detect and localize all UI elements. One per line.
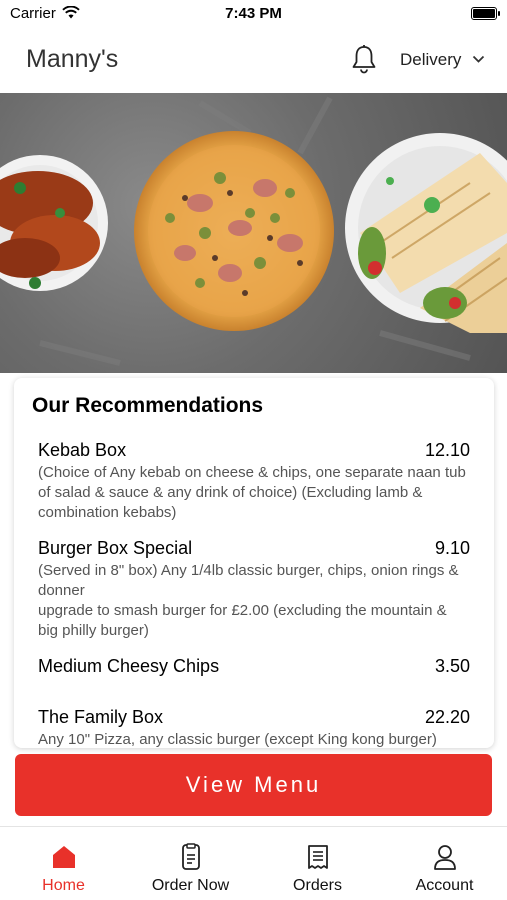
- tab-order-now[interactable]: Order Now: [127, 827, 254, 900]
- recommendations-card: Our Recommendations Kebab Box 12.10 (Cho…: [14, 378, 494, 748]
- tab-label: Order Now: [151, 877, 230, 894]
- item-name: The Family Box: [38, 707, 164, 727]
- item-price: 9.10: [434, 538, 470, 558]
- list-item[interactable]: Kebab Box 12.10 (Choice of Any kebab on …: [38, 440, 470, 523]
- tab-label: Orders: [293, 877, 342, 894]
- list-item[interactable]: Burger Box Special 9.10 (Served in 8" bo…: [38, 538, 470, 641]
- view-menu-button[interactable]: View Menu: [15, 754, 492, 816]
- status-bar: Carrier 7:43 PM: [0, 0, 507, 28]
- item-name: Kebab Box: [38, 440, 127, 460]
- tab-home[interactable]: Home: [0, 827, 127, 900]
- recommendations-title: Our Recommendations: [32, 394, 264, 417]
- chevron-down-icon[interactable]: [472, 55, 485, 64]
- restaurant-title: Manny's: [26, 45, 119, 73]
- recommendations-list: Kebab Box 12.10 (Choice of Any kebab on …: [38, 440, 470, 748]
- item-description: (Served in 8" box) Any 1/4lb classic bur…: [38, 562, 459, 639]
- receipt-icon: [307, 845, 328, 869]
- status-time: 7:43 PM: [225, 5, 282, 22]
- hero-banner-image: [0, 93, 507, 373]
- home-icon: [52, 846, 75, 868]
- list-item[interactable]: Medium Cheesy Chips 3.50: [38, 656, 470, 677]
- item-price: 12.10: [424, 440, 470, 460]
- tab-orders[interactable]: Orders: [254, 827, 381, 900]
- order-icon: [181, 843, 200, 870]
- person-icon: [433, 845, 456, 870]
- tab-account[interactable]: Account: [381, 827, 507, 900]
- bell-icon[interactable]: [350, 44, 378, 74]
- tab-label: Home: [42, 877, 85, 894]
- battery-icon: [471, 7, 500, 20]
- bottom-tab-bar: Home Order Now Orders Account: [0, 826, 507, 900]
- item-name: Medium Cheesy Chips: [38, 656, 220, 676]
- item-description: (Choice of Any kebab on cheese & chips, …: [38, 464, 466, 521]
- item-price: 3.50: [434, 656, 470, 676]
- tab-label: Account: [415, 877, 474, 894]
- item-name: Burger Box Special: [38, 538, 193, 558]
- order-type-selector[interactable]: Delivery: [400, 50, 461, 70]
- app-header: Manny's Delivery: [0, 28, 507, 92]
- list-item[interactable]: The Family Box 22.20 Any 10" Pizza, any …: [38, 707, 470, 748]
- item-description: Any 10" Pizza, any classic burger (excep…: [38, 731, 437, 748]
- item-price: 22.20: [424, 707, 470, 727]
